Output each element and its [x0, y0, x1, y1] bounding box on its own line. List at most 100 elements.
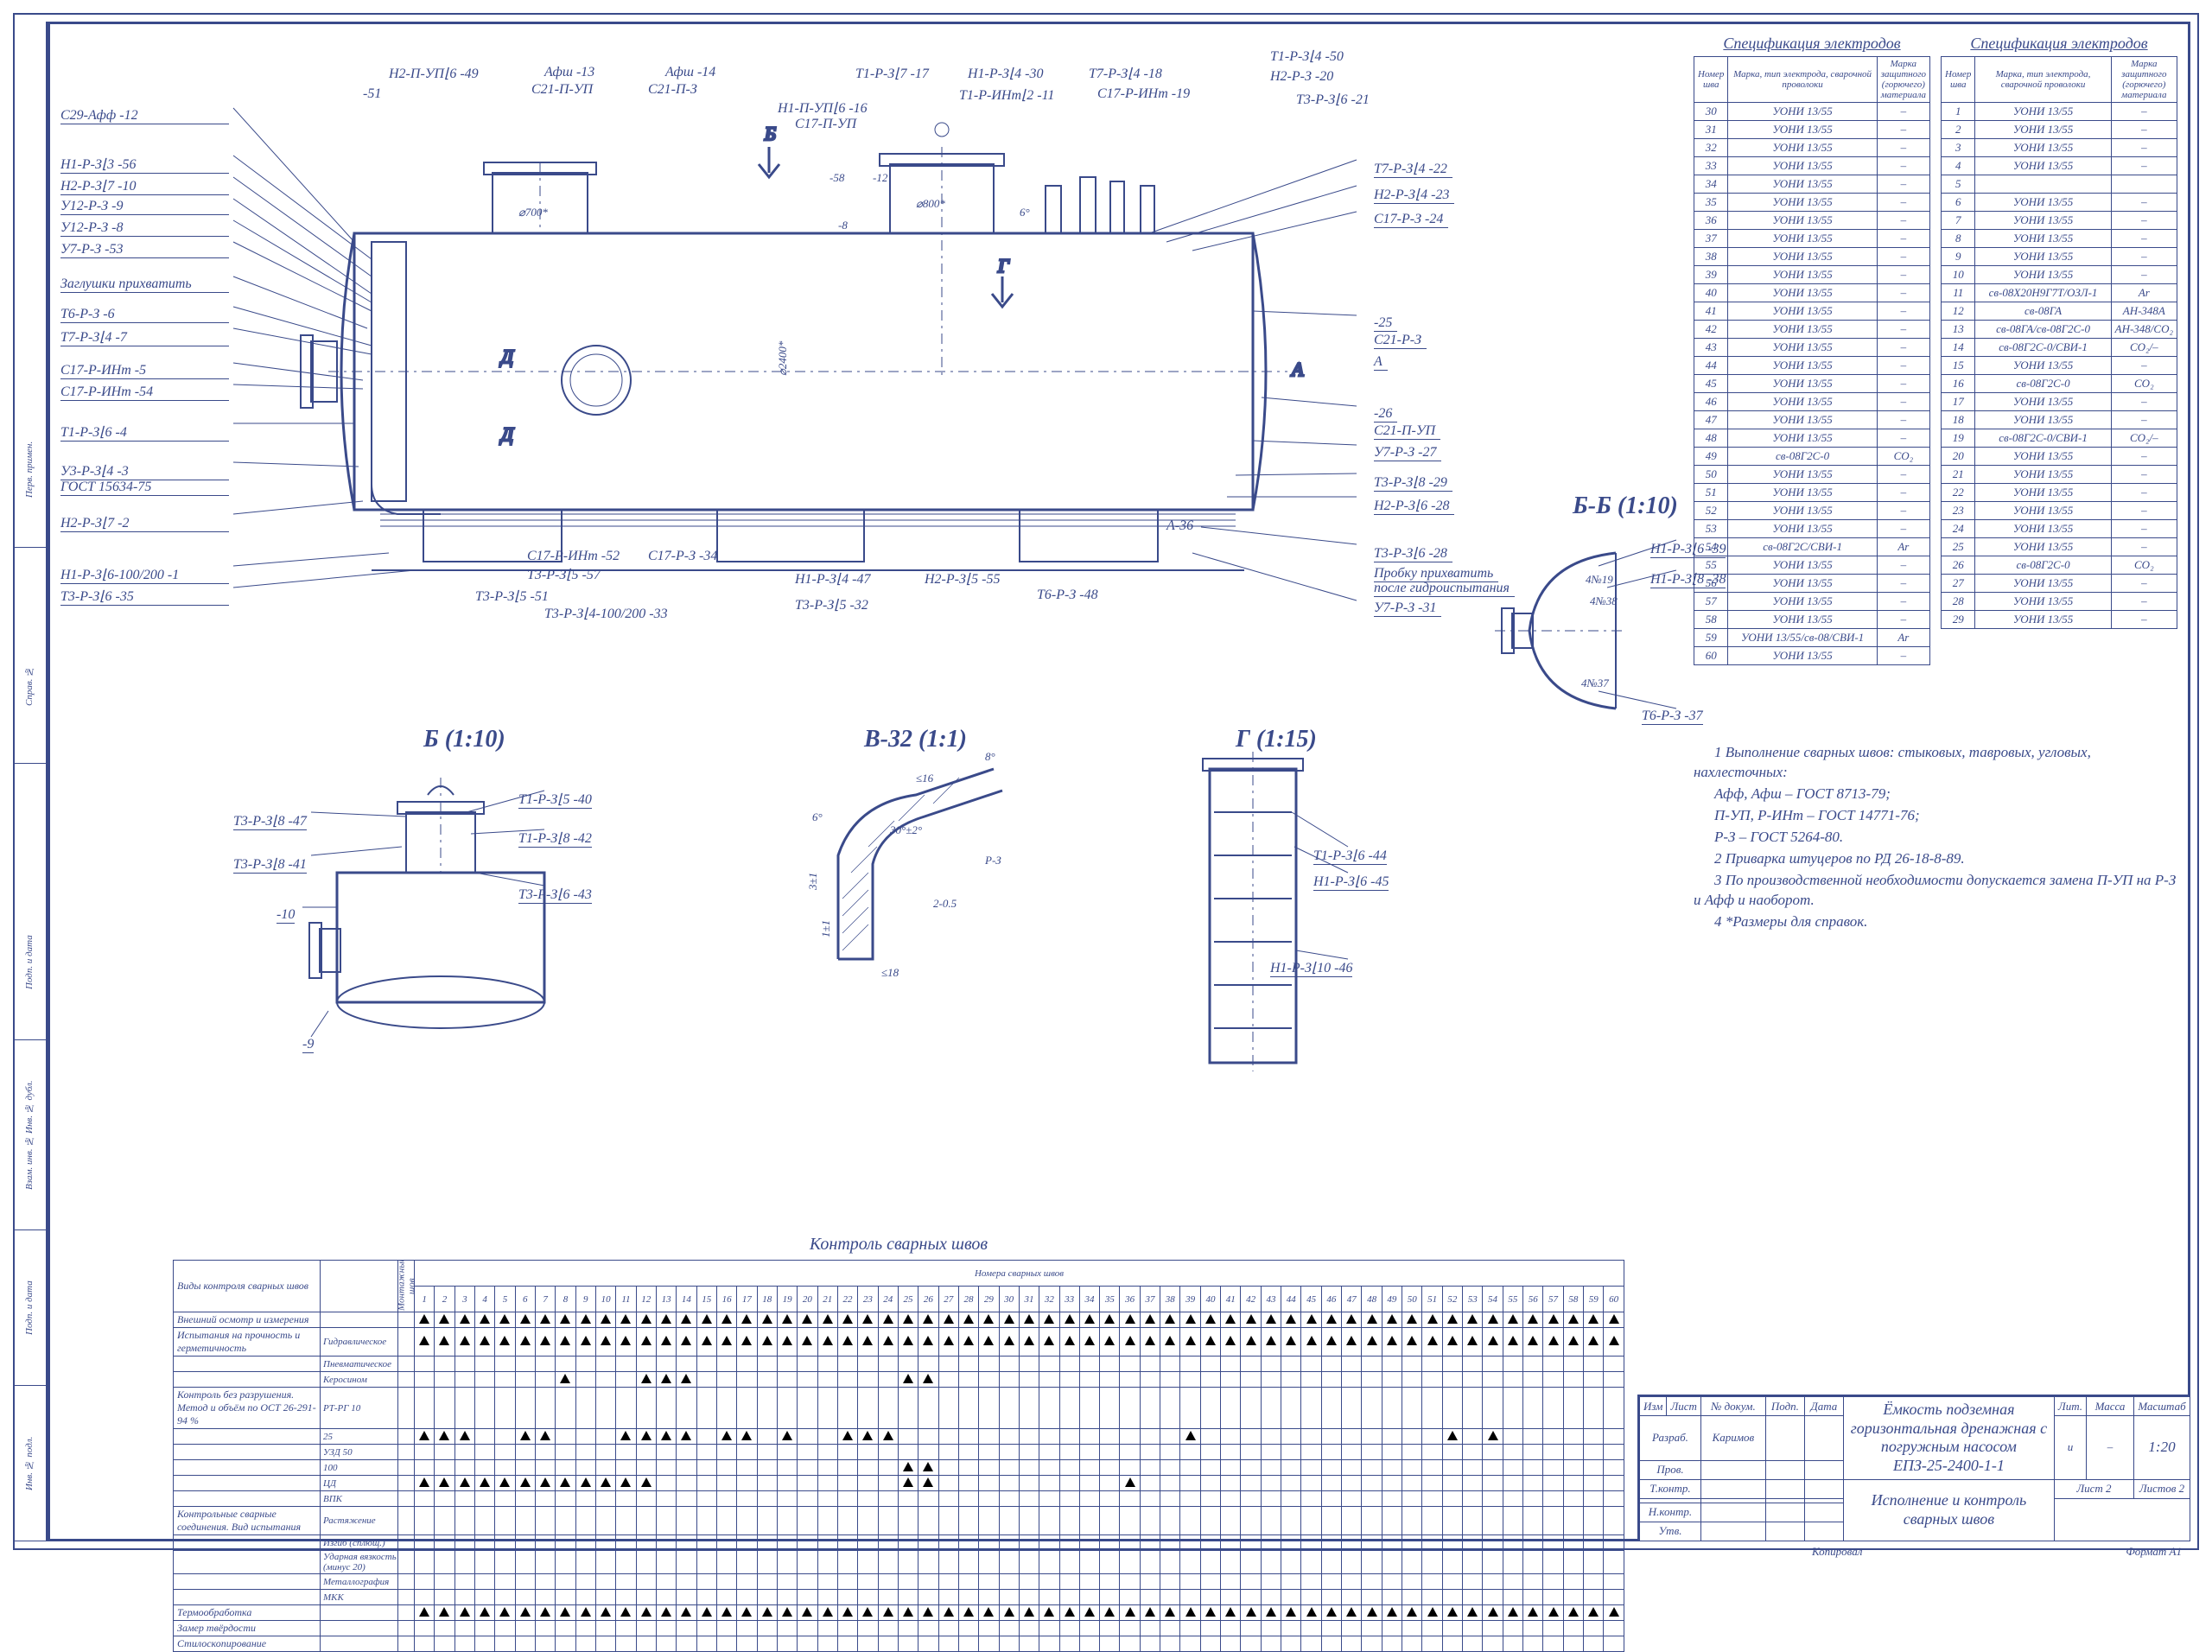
control-table: Виды контроля сварных швовМонтажный шовН… [173, 1260, 1624, 1652]
tb-nkontr: Н.контр. [1640, 1503, 1701, 1522]
svg-text:6°: 6° [812, 810, 823, 823]
detail-b-view: Б (1:10) Т3-Р-З⌊8 -47Т3-Р-З⌊8 -41-10-9Т1… [233, 734, 648, 1063]
svg-text:3±1: 3±1 [806, 873, 819, 891]
svg-text:8°: 8° [985, 750, 995, 763]
tb-utv: Утв. [1640, 1522, 1701, 1541]
callout: Афш -14 [665, 65, 715, 80]
callout: Т3-Р-З⌊6 -28 [1374, 544, 1452, 562]
callout: У12-Р-З -8 [60, 220, 229, 237]
callout: Т3-Р-З⌊8 -41 [233, 855, 307, 874]
detail-bb-title: Б-Б (1:10) [1573, 492, 1678, 520]
callout: У7-Р-З -27 [1374, 445, 1441, 461]
callout: Т7-Р-З⌊4 -22 [1374, 160, 1452, 178]
callout: Т1-Р-ИНт⌊2 -11 [959, 86, 1054, 104]
tb-format: Формат A1 [2126, 1545, 2182, 1559]
callout: Т3-Р-З⌊5 -57 [527, 566, 601, 583]
svg-text:30°±2°: 30°±2° [889, 823, 922, 836]
svg-text:4№19: 4№19 [1586, 573, 1613, 586]
callout: У7-Р-З -53 [60, 242, 229, 258]
svg-text:⌀700*: ⌀700* [518, 206, 548, 219]
tb-mass: Масса [2087, 1397, 2134, 1416]
svg-text:≤18: ≤18 [881, 966, 899, 979]
spec-table-left: Номер шваМарка, тип электрода, сварочной… [1694, 56, 1930, 665]
tb-scale: Масштаб [2134, 1397, 2190, 1416]
callout: -25 [1374, 315, 1397, 332]
tb-title1: Ёмкость подземная горизонтальная дренажн… [1843, 1397, 2054, 1480]
left-sidebar: Инв. № подл. Подп. и дата Взам. инв. № И… [13, 22, 48, 1541]
callout: Т3-Р-З⌊6 -21 [1296, 91, 1370, 108]
tb-razrab-name: Каримов [1700, 1416, 1765, 1461]
callout: С17-П-УП [795, 117, 856, 132]
callout: Н1-П-УП⌊6 -16 [778, 99, 868, 117]
callout: Т3-Р-З⌊8 -47 [233, 812, 307, 830]
callout: Н1-Р-З⌊4 -30 [968, 65, 1043, 82]
callout: Т7-Р-З⌊4 -7 [60, 328, 229, 346]
spec-table-right: Номер шваМарка, тип электрода, сварочной… [1941, 56, 2177, 629]
main-elevation-view: Б Г Д Д А ⌀700* ⌀800* ⌀2400* -58 -12 -8 … [112, 35, 1443, 657]
callout: Т6-Р-З -48 [1037, 588, 1098, 603]
callout: С21-П-УП [1374, 423, 1440, 440]
sb-3: Подп. и дата [13, 885, 46, 1040]
callout: У12-Р-З -9 [60, 199, 229, 215]
tb-izm: Изм [1640, 1397, 1667, 1416]
tb-date: Дата [1804, 1397, 1843, 1416]
callout: Н2-П-УП⌊6 -49 [389, 65, 479, 82]
tb-sheets: Листов 2 [2134, 1479, 2190, 1498]
svg-text:-12: -12 [873, 171, 888, 184]
sb-5: Перв. примен. [13, 392, 46, 548]
callout: Т3-Р-З⌊5 -51 [475, 588, 549, 605]
callout: С17-Р-ИНт -5 [60, 363, 229, 379]
detail-v-view: В-32 (1:1) ≤16 30°±2° 3±1 1±1 ≤18 2-0.5 … [786, 734, 1046, 1063]
detail-v-title: В-32 (1:1) [864, 726, 967, 753]
svg-text:⌀800*: ⌀800* [916, 197, 945, 210]
svg-text:-8: -8 [838, 219, 848, 232]
callout: Заглушки прихватить [60, 276, 229, 293]
callout: Н2-Р-З⌊4 -23 [1374, 186, 1454, 204]
callout: Т1-Р-З⌊8 -42 [518, 829, 592, 848]
spec-title-l: Спецификация электродов [1694, 35, 1930, 53]
tb-scale-val: 1:20 [2134, 1416, 2190, 1480]
callout: С29-Афф -12 [60, 108, 229, 124]
callout: Н2-Р-З⌊7 -2 [60, 514, 229, 532]
callout: Т3-Р-З⌊8 -29 [1374, 473, 1452, 492]
callout: Т7-Р-З⌊4 -18 [1089, 65, 1162, 82]
callout: Т6-Р-З -6 [60, 307, 229, 323]
callout: -10 [276, 907, 295, 924]
callout: Т6-Р-З -37 [1642, 708, 1703, 725]
svg-text:4№38: 4№38 [1590, 594, 1618, 607]
tb-copy: Копировал [1812, 1545, 1862, 1559]
callout: А-36 [1166, 518, 1193, 534]
callout: А [1374, 354, 1388, 371]
drawing-area: Б Г Д Д А ⌀700* ⌀800* ⌀2400* -58 -12 -8 … [60, 35, 1719, 924]
tb-list: Лист [1667, 1397, 1700, 1416]
callout: Н2-Р-З⌊6 -28 [1374, 497, 1454, 515]
svg-text:А: А [1290, 359, 1304, 380]
tb-sheet: Лист 2 [2054, 1479, 2133, 1498]
svg-text:Б: Б [764, 123, 776, 144]
callout: ГОСТ 15634-75 [60, 480, 229, 496]
svg-text:2-0.5: 2-0.5 [933, 897, 957, 910]
svg-text:1±1: 1±1 [819, 920, 832, 937]
callout: Н2-Р-З⌊7 -10 [60, 177, 229, 195]
detail-b-title: Б (1:10) [423, 726, 505, 753]
callout: Т3-Р-З⌊5 -32 [795, 596, 868, 613]
callout: Н1-Р-З⌊6 -45 [1313, 873, 1389, 891]
tb-docn: № докум. [1700, 1397, 1765, 1416]
tb-lit: Лит. [2054, 1397, 2086, 1416]
callout: С17-Р-З -24 [1374, 212, 1448, 228]
callout: Т3-Р-З⌊4-100/200 -33 [544, 605, 668, 622]
callout: Т1-Р-З⌊7 -17 [855, 65, 929, 82]
sb-0: Инв. № подл. [13, 1386, 46, 1541]
callout: Т1-Р-З⌊6 -4 [60, 423, 229, 442]
svg-text:Д: Д [499, 423, 514, 445]
callout: Т1-Р-З⌊6 -44 [1313, 847, 1387, 865]
tb-tkontr: Т.контр. [1640, 1479, 1701, 1498]
electrode-spec-block: Спецификация электродов Номер шваМарка, … [1694, 35, 2177, 665]
spec-title-r: Спецификация электродов [1941, 35, 2177, 53]
svg-text:4№37: 4№37 [1581, 677, 1609, 689]
callout: Н2-Р-З -20 [1270, 69, 1333, 85]
svg-text:Р-З: Р-З [984, 854, 1001, 867]
svg-text:⌀2400*: ⌀2400* [776, 340, 789, 376]
callout: Н1-Р-З⌊6-100/200 -1 [60, 566, 229, 584]
tb-lit-val: и [2054, 1416, 2086, 1480]
